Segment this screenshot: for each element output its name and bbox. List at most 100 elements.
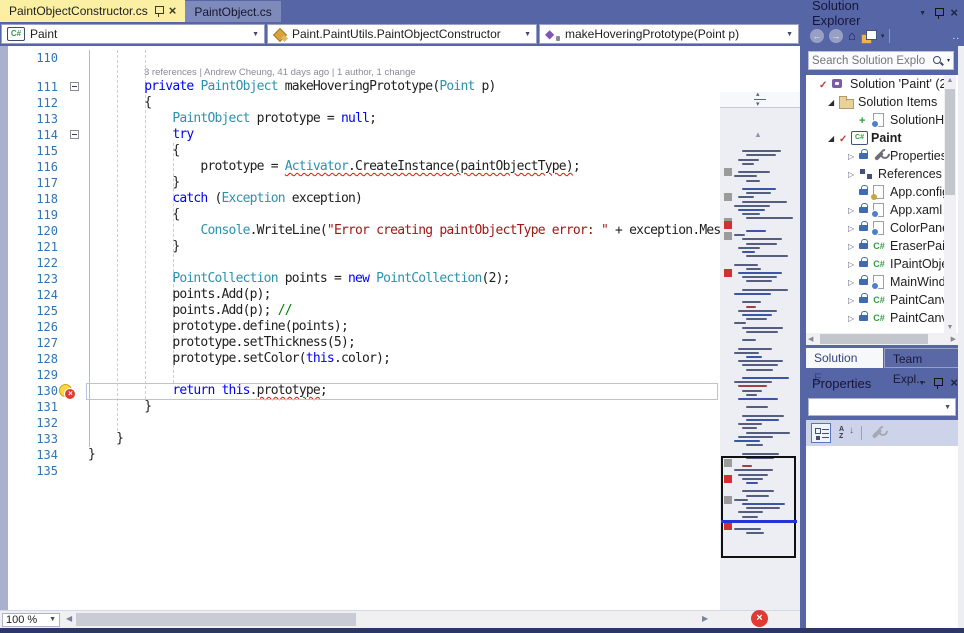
tree-item-eraserpaint-c[interactable]: ▷ C# EraserPaint.c bbox=[806, 237, 946, 255]
close-icon[interactable]: × bbox=[169, 4, 177, 17]
code-line[interactable]: 125 points.Add(p); // bbox=[8, 303, 720, 319]
forward-icon[interactable]: → bbox=[829, 29, 843, 43]
scroll-up-icon[interactable]: ▲ bbox=[754, 130, 762, 139]
home-icon[interactable]: ⌂ bbox=[848, 29, 856, 43]
tree-item-solution-paint-2-p[interactable]: ✓ Solution 'Paint' (2 p bbox=[806, 75, 946, 93]
tree-item-references[interactable]: ▷ References bbox=[806, 165, 946, 183]
project-dropdown[interactable]: C# Paint ▼ bbox=[1, 24, 265, 44]
chevron-down-icon[interactable]: ▾ bbox=[947, 57, 950, 64]
fold-collapse-icon[interactable] bbox=[70, 130, 79, 139]
back-icon[interactable]: ← bbox=[810, 29, 824, 43]
code-line[interactable]: 130 return this.prototype; bbox=[8, 383, 720, 400]
code-line[interactable]: 134} bbox=[8, 447, 720, 463]
horizontal-scrollbar-thumb[interactable] bbox=[76, 613, 356, 626]
minimap-viewport-box[interactable] bbox=[721, 456, 796, 558]
chevron-down-icon[interactable]: ▼ bbox=[252, 31, 259, 38]
properties-object-dropdown[interactable]: ▼ bbox=[808, 398, 956, 416]
tree-item-properties[interactable]: ▷ Properties bbox=[806, 147, 946, 165]
pin-icon[interactable] bbox=[934, 7, 945, 20]
close-icon[interactable]: × bbox=[950, 376, 958, 389]
type-dropdown[interactable]: Paint.PaintUtils.PaintObjectConstructor … bbox=[267, 24, 537, 44]
code-line[interactable]: 126 prototype.define(points); bbox=[8, 319, 720, 335]
code-line[interactable]: 121 } bbox=[8, 239, 720, 255]
expand-open-icon[interactable]: ◢ bbox=[828, 98, 839, 107]
tool-tab[interactable]: Team Expl... bbox=[883, 348, 964, 386]
code-line[interactable]: 122 bbox=[8, 255, 720, 271]
scroll-right-icon[interactable]: ▶ bbox=[951, 335, 956, 343]
code-line[interactable]: 112 { bbox=[8, 95, 720, 111]
code-line[interactable]: 118 catch (Exception exception) bbox=[8, 191, 720, 207]
tree-item-paintcanvasc[interactable]: ▷ C# PaintCanvasC bbox=[806, 309, 946, 327]
minimap-scrollbar[interactable]: ▲ ▼ bbox=[720, 90, 800, 610]
expand-closed-icon[interactable]: ▷ bbox=[848, 314, 859, 323]
chevron-down-icon[interactable]: ▾ bbox=[881, 32, 885, 40]
scroll-left-icon[interactable]: ◀ bbox=[66, 614, 72, 623]
alphabetical-sort-icon[interactable]: A Z ↓ bbox=[837, 424, 855, 442]
code-line[interactable]: 129 bbox=[8, 367, 720, 383]
tree-item-colorpanel-xa[interactable]: ▷ ColorPanel.xa bbox=[806, 219, 946, 237]
expand-closed-icon[interactable]: ▷ bbox=[848, 206, 859, 215]
tree-item-solution-items[interactable]: ◢ Solution Items bbox=[806, 93, 946, 111]
error-indicator-icon[interactable]: × bbox=[751, 610, 768, 627]
lightbulb-error-icon[interactable] bbox=[59, 384, 76, 400]
code-line[interactable]: 128 prototype.setColor(this.color); bbox=[8, 351, 720, 367]
code-line[interactable]: 111 private PaintObject makeHoveringProt… bbox=[8, 79, 720, 95]
property-pages-wrench-icon[interactable] bbox=[868, 425, 884, 441]
codelens-indicator[interactable]: 3 references | Andrew Cheung, 41 days ag… bbox=[8, 66, 720, 79]
expand-closed-icon[interactable]: ▷ bbox=[848, 152, 859, 161]
code-line[interactable]: 110 bbox=[8, 50, 720, 66]
scroll-down-icon[interactable]: ▼ bbox=[944, 324, 956, 331]
code-line[interactable]: 117 } bbox=[8, 175, 720, 191]
code-line[interactable]: 120 Console.WriteLine("Error creating pa… bbox=[8, 223, 721, 239]
chevron-down-icon[interactable]: ▼ bbox=[524, 31, 531, 38]
code-line[interactable]: 123 PointCollection points = new PointCo… bbox=[8, 271, 720, 287]
toolbar-overflow[interactable]: .. bbox=[952, 31, 960, 42]
expand-closed-icon[interactable]: ▷ bbox=[848, 296, 859, 305]
editor-splitter-handle[interactable] bbox=[720, 90, 800, 110]
chevron-down-icon[interactable]: ▼ bbox=[786, 31, 793, 38]
code-line[interactable]: 119 { bbox=[8, 207, 720, 223]
code-line[interactable]: 115 { bbox=[8, 143, 720, 159]
code-line[interactable]: 114 try bbox=[8, 127, 720, 143]
pin-icon[interactable] bbox=[154, 5, 164, 18]
code-line[interactable]: 131 } bbox=[8, 399, 720, 415]
expand-closed-icon[interactable]: ▷ bbox=[848, 260, 859, 269]
expand-closed-icon[interactable]: ▷ bbox=[848, 242, 859, 251]
fold-collapse-icon[interactable] bbox=[70, 82, 79, 91]
code-line[interactable]: 124 points.Add(p); bbox=[8, 287, 720, 303]
solution-search-box[interactable]: ▾ bbox=[808, 51, 954, 70]
member-dropdown[interactable]: ◆ makeHoveringPrototype(Point p) ▼ bbox=[539, 24, 799, 44]
tree-horizontal-scrollbar[interactable]: ◀ ▶ bbox=[806, 333, 958, 345]
switch-views-icon[interactable] bbox=[860, 29, 877, 44]
tree-vertical-scrollbar[interactable]: ▲ ▼ bbox=[944, 75, 956, 333]
categorized-icon[interactable] bbox=[811, 423, 831, 443]
code-line[interactable]: 132 bbox=[8, 415, 720, 431]
search-input[interactable] bbox=[812, 54, 929, 67]
tree-item-app-config[interactable]: App.config bbox=[806, 183, 946, 201]
pin-icon[interactable] bbox=[933, 377, 944, 390]
scroll-up-icon[interactable]: ▲ bbox=[944, 77, 956, 84]
tree-item-app-xaml[interactable]: ▷ App.xaml bbox=[806, 201, 946, 219]
code-line[interactable]: 116 prototype = Activator.CreateInstance… bbox=[8, 159, 720, 175]
vertical-scrollbar-thumb[interactable] bbox=[945, 89, 955, 195]
tool-tab[interactable]: Solution E... bbox=[806, 348, 883, 385]
code-line[interactable]: 133 } bbox=[8, 431, 720, 447]
scroll-left-icon[interactable]: ◀ bbox=[808, 335, 813, 343]
expand-open-icon[interactable]: ◢ bbox=[828, 134, 839, 143]
document-tab[interactable]: PaintObject.cs bbox=[185, 1, 281, 22]
expand-closed-icon[interactable]: ▷ bbox=[848, 224, 859, 233]
tree-item-paintcanvas[interactable]: ▷ C# PaintCanvas. bbox=[806, 291, 946, 309]
tree-item-ipaintobjectc[interactable]: ▷ C# IPaintObjectC bbox=[806, 255, 946, 273]
search-icon[interactable] bbox=[932, 55, 944, 67]
scroll-right-icon[interactable]: ▶ bbox=[702, 614, 708, 623]
chevron-down-icon[interactable]: ▼ bbox=[944, 404, 951, 411]
window-menu-icon[interactable]: ▼ bbox=[918, 380, 925, 387]
document-tab[interactable]: PaintObjectConstructor.cs × bbox=[0, 0, 186, 22]
code-editor[interactable]: 110 3 references | Andrew Cheung, 41 days… bbox=[0, 46, 800, 610]
zoom-select[interactable]: 100 % ▼ bbox=[2, 613, 60, 627]
tree-item-mainwindow[interactable]: ▷ MainWindow bbox=[806, 273, 946, 291]
expand-closed-icon[interactable]: ▷ bbox=[848, 170, 859, 179]
horizontal-scrollbar-thumb[interactable] bbox=[820, 334, 928, 344]
window-menu-icon[interactable]: ▼ bbox=[919, 10, 926, 17]
close-icon[interactable]: × bbox=[950, 6, 958, 19]
